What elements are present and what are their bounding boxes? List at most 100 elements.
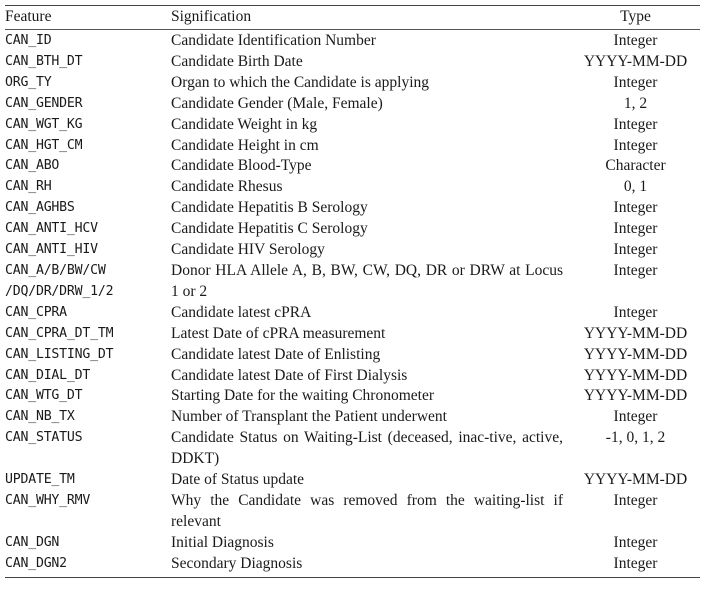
header-feature: Feature bbox=[5, 8, 52, 25]
signification-cell: Candidate Birth Date bbox=[171, 52, 303, 70]
table-row: CAN_WTG_DT Starting Date for the waiting … bbox=[5, 386, 700, 407]
type-cell: Integer bbox=[613, 136, 658, 154]
signification-cell: Date of Status update bbox=[171, 471, 305, 489]
feature-cell: CAN_STATUS bbox=[5, 430, 83, 446]
table-row: CAN_ID Candidate Identification Number Int… bbox=[5, 30, 700, 52]
signification-cell: Candidate Rhesus bbox=[171, 178, 283, 196]
signification-cell: Why the Candidate was removed from the w… bbox=[171, 491, 563, 530]
table-row: CAN_LISTING_DT Candidate latest Date of E… bbox=[5, 345, 700, 366]
header-type: Type bbox=[620, 8, 651, 25]
feature-cell: CAN_DGN2 bbox=[5, 555, 67, 571]
table-row: CAN_GENDER Candidate Gender (Male, Female… bbox=[5, 94, 700, 115]
feature-cell: CAN_ABO bbox=[5, 158, 60, 174]
table-row: CAN_CPRA_DT_TM Latest Date of cPRA measur… bbox=[5, 324, 700, 345]
table-row: CAN_WGT_KG Candidate Weight in kg Integer bbox=[5, 115, 700, 136]
signification-cell: Organ to which the Candidate is applying bbox=[171, 73, 429, 91]
feature-cell: CAN_RH bbox=[5, 179, 52, 195]
feature-cell: CAN_BTH_DT bbox=[5, 53, 83, 69]
table-row: CAN_DGN Initial Diagnosis Integer bbox=[5, 533, 700, 554]
type-cell: 1, 2 bbox=[623, 94, 648, 112]
signification-cell: Candidate Gender (Male, Female) bbox=[171, 94, 383, 112]
signification-cell: Candidate HIV Serology bbox=[171, 241, 325, 259]
header-row: Feature Signification Type bbox=[5, 6, 700, 29]
feature-cell: CAN_CPRA bbox=[5, 304, 67, 320]
signification-cell: Candidate Weight in kg bbox=[171, 115, 318, 133]
table-row: CAN_BTH_DT Candidate Birth Date YYYY-MM-DD bbox=[5, 52, 700, 73]
table-row: CAN_ABO Candidate Blood-Type Character bbox=[5, 156, 700, 177]
type-cell: -1, 0, 1, 2 bbox=[605, 429, 666, 447]
feature-cell: CAN_LISTING_DT bbox=[5, 346, 114, 362]
feature-cell: CAN_ANTI_HCV bbox=[5, 221, 98, 237]
signification-cell: Candidate Blood-Type bbox=[171, 157, 312, 175]
signification-cell: Initial Diagnosis bbox=[171, 533, 274, 551]
signification-cell: Candidate Hepatitis C Serology bbox=[171, 220, 368, 238]
type-cell: Integer bbox=[613, 491, 658, 509]
table-row: CAN_WHY_RMV Why the Candidate was removed… bbox=[5, 491, 700, 533]
type-cell: Character bbox=[605, 157, 666, 175]
type-cell: Integer bbox=[613, 199, 658, 217]
table-row: CAN_CPRA Candidate latest cPRA Integer bbox=[5, 303, 700, 324]
feature-cell: CAN_DGN bbox=[5, 534, 60, 550]
type-cell: 0, 1 bbox=[623, 178, 648, 196]
feature-cell: CAN_WGT_KG bbox=[5, 116, 83, 132]
signification-cell: Candidate Hepatitis B Serology bbox=[171, 199, 368, 217]
header-signification: Signification bbox=[171, 8, 252, 25]
table-row: CAN_STATUS Candidate Status on Waiting-Li… bbox=[5, 428, 700, 470]
type-cell: Integer bbox=[613, 73, 658, 91]
table-row: ORG_TY Organ to which the Candidate is ap… bbox=[5, 73, 700, 94]
data-table: Feature Signification Type bbox=[5, 6, 700, 29]
signification-cell: Donor HLA Allele A, B, BW, CW, DQ, DR or… bbox=[171, 261, 563, 300]
type-cell: YYYY-MM-DD bbox=[583, 471, 688, 489]
signification-cell: Candidate latest Date of Enlisting bbox=[171, 345, 381, 363]
table-row: CAN_DIAL_DT Candidate latest Date of Firs… bbox=[5, 366, 700, 387]
feature-cell: CAN_NB_TX bbox=[5, 409, 75, 425]
feature-cell: ORG_TY bbox=[5, 74, 52, 90]
type-cell: Integer bbox=[613, 533, 658, 551]
table-row: CAN_NB_TX Number of Transplant the Patien… bbox=[5, 407, 700, 428]
type-cell: Integer bbox=[613, 241, 658, 259]
table-row: CAN_A/B/BW/CW /DQ/DR/DRW_1/2 Donor HLA Al… bbox=[5, 261, 700, 303]
type-cell: Integer bbox=[613, 115, 658, 133]
feature-cell: CAN_WTG_DT bbox=[5, 388, 83, 404]
feature-cell: CAN_AGHBS bbox=[5, 200, 75, 216]
table-row: CAN_RH Candidate Rhesus 0, 1 bbox=[5, 177, 700, 198]
feature-cell: CAN_A/B/BW/CW /DQ/DR/DRW_1/2 bbox=[5, 262, 114, 299]
type-cell: YYYY-MM-DD bbox=[583, 366, 688, 384]
feature-cell: CAN_HGT_CM bbox=[5, 137, 83, 153]
type-cell: YYYY-MM-DD bbox=[583, 324, 688, 342]
type-cell: YYYY-MM-DD bbox=[583, 387, 688, 405]
type-cell: Integer bbox=[613, 303, 658, 321]
feature-cell: CAN_CPRA_DT_TM bbox=[5, 325, 114, 341]
table-bottom-rule bbox=[5, 576, 700, 578]
table-row: CAN_ANTI_HIV Candidate HIV Serology Intege… bbox=[5, 240, 700, 261]
signification-cell: Starting Date for the waiting Chronomete… bbox=[171, 387, 435, 405]
table-row: CAN_DGN2 Secondary Diagnosis Integer bbox=[5, 554, 700, 575]
type-cell: Integer bbox=[613, 554, 658, 572]
signification-cell: Latest Date of cPRA measurement bbox=[171, 324, 386, 342]
feature-cell: CAN_DIAL_DT bbox=[5, 367, 91, 383]
data-table-body: CAN_ID Candidate Identification Number Int… bbox=[5, 30, 700, 575]
table-row: CAN_AGHBS Candidate Hepatitis B Serology I… bbox=[5, 198, 700, 219]
table-row: CAN_HGT_CM Candidate Height in cm Integer bbox=[5, 136, 700, 157]
signification-cell: Candidate Height in cm bbox=[171, 136, 319, 154]
type-cell: Integer bbox=[613, 220, 658, 238]
table-body: CAN_ID Candidate Identification Number Int… bbox=[5, 30, 700, 575]
signification-cell: Candidate Identification Number bbox=[171, 32, 376, 49]
table-row: UPDATE_TM Date of Status update YYYY-MM-DD bbox=[5, 470, 700, 491]
type-cell: Integer bbox=[613, 261, 658, 279]
signification-cell: Candidate latest cPRA bbox=[171, 303, 312, 321]
signification-cell: Secondary Diagnosis bbox=[171, 554, 303, 572]
feature-cell: UPDATE_TM bbox=[5, 472, 75, 488]
type-cell: Integer bbox=[613, 32, 658, 49]
table-row: CAN_ANTI_HCV Candidate Hepatitis C Serolo… bbox=[5, 219, 700, 240]
type-cell: YYYY-MM-DD bbox=[583, 52, 688, 70]
feature-table: Feature Signification Type CAN_ID Candida… bbox=[5, 5, 700, 578]
type-cell: Integer bbox=[613, 408, 658, 426]
signification-cell: Candidate latest Date of First Dialysis bbox=[171, 366, 408, 384]
feature-cell: CAN_WHY_RMV bbox=[5, 492, 91, 508]
signification-cell: Number of Transplant the Patient underwe… bbox=[171, 408, 447, 426]
feature-cell: CAN_ANTI_HIV bbox=[5, 242, 98, 258]
signification-cell: Candidate Status on Waiting-List (deceas… bbox=[171, 429, 563, 468]
feature-cell: CAN_GENDER bbox=[5, 95, 83, 111]
table-header: Feature Signification Type bbox=[5, 6, 700, 29]
